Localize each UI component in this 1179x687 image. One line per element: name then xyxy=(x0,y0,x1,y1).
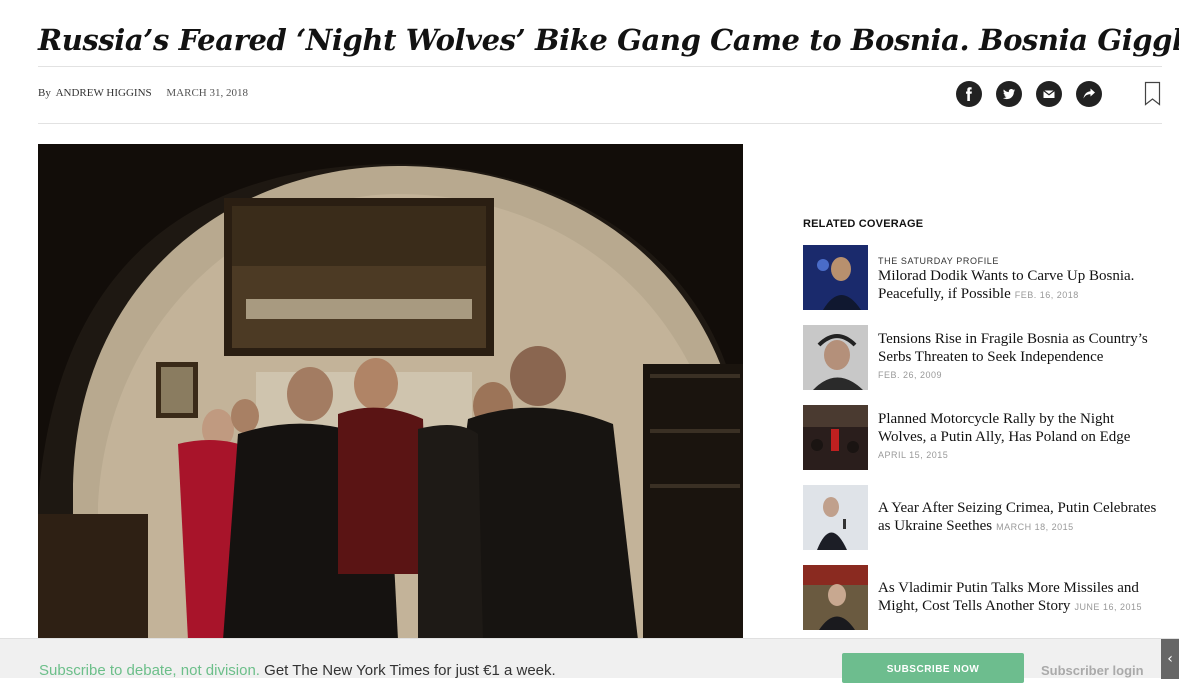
lead-photo xyxy=(38,144,743,640)
divider-byline xyxy=(38,123,1162,124)
related-date: FEB. 16, 2018 xyxy=(1014,290,1079,300)
share-tools xyxy=(956,81,1161,107)
related-thumbnail[interactable] xyxy=(803,565,868,630)
byline-prefix: By xyxy=(38,87,51,99)
bookmark-icon[interactable] xyxy=(1144,81,1161,107)
related-date: JUNE 16, 2015 xyxy=(1074,602,1142,612)
divider-top xyxy=(38,66,1162,67)
related-title[interactable]: Milorad Dodik Wants to Carve Up Bosnia. … xyxy=(878,268,1134,302)
related-thumbnail[interactable] xyxy=(803,325,868,390)
headline: Russia’s Feared ‘Night Wolves’ Bike Gang… xyxy=(38,23,1179,57)
related-title[interactable]: Tensions Rise in Fragile Bosnia as Count… xyxy=(878,331,1148,365)
related-thumbnail[interactable] xyxy=(803,245,868,310)
related-kicker: THE SATURDAY PROFILE xyxy=(878,256,1000,266)
related-coverage-label: RELATED COVERAGE xyxy=(803,218,924,230)
subscribe-button[interactable]: SUBSCRIBE NOW xyxy=(842,653,1024,683)
promo-offer: Get The New York Times for just €1 a wee… xyxy=(259,662,556,679)
chevron-left-icon[interactable]: ‹ xyxy=(1161,639,1179,679)
email-icon[interactable] xyxy=(1036,81,1062,107)
related-item[interactable]: Tensions Rise in Fragile Bosnia as Count… xyxy=(803,325,1163,390)
twitter-icon[interactable] xyxy=(996,81,1022,107)
related-thumbnail[interactable] xyxy=(803,485,868,550)
subscribe-promo: Subscribe to debate, not division. Get T… xyxy=(39,662,556,679)
related-date: APRIL 15, 2015 xyxy=(878,450,949,460)
facebook-icon[interactable] xyxy=(956,81,982,107)
publish-date: MARCH 31, 2018 xyxy=(166,87,248,99)
related-item[interactable]: As Vladimir Putin Talks More Missiles an… xyxy=(803,565,1163,630)
related-date: MARCH 18, 2015 xyxy=(996,522,1074,532)
related-item[interactable]: A Year After Seizing Crimea, Putin Celeb… xyxy=(803,485,1163,550)
related-title[interactable]: Planned Motorcycle Rally by the Night Wo… xyxy=(878,411,1130,445)
related-thumbnail[interactable] xyxy=(803,405,868,470)
share-icon[interactable] xyxy=(1076,81,1102,107)
subscriber-login-link[interactable]: Subscriber login xyxy=(1041,663,1144,678)
author-link[interactable]: ANDREW HIGGINS xyxy=(56,87,152,99)
subscribe-banner: Subscribe to debate, not division. Get T… xyxy=(0,638,1179,683)
related-date: FEB. 26, 2009 xyxy=(878,370,943,380)
byline: By ANDREW HIGGINS MARCH 31, 2018 xyxy=(38,87,248,99)
related-item[interactable]: Planned Motorcycle Rally by the Night Wo… xyxy=(803,405,1163,470)
related-coverage: RELATED COVERAGE xyxy=(803,218,1163,244)
related-item[interactable]: THE SATURDAY PROFILE Milorad Dodik Wants… xyxy=(803,245,1163,310)
promo-tagline[interactable]: Subscribe to debate, not division. xyxy=(39,662,260,679)
